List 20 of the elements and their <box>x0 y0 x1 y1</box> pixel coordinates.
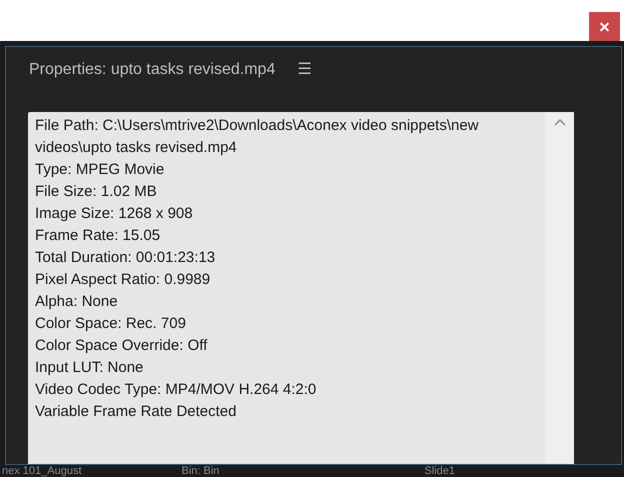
property-line: File Size: 1.02 MB <box>35 182 158 202</box>
property-line: File Path: C:\Users\mtrive2\Downloads\Aconex video snippets\new videos\upto tasks revised.mp4 <box>35 116 480 158</box>
property-line: Type: MPEG Movie <box>35 160 166 180</box>
panel-title: Properties: upto tasks revised.mp4 <box>29 60 276 80</box>
property-line: Video Codec Type: MP4/MOV H.264 4:2:0 <box>35 380 318 400</box>
menu-button[interactable]: ☰ <box>297 62 312 78</box>
background-tab-label[interactable]: nex 101_August <box>2 466 82 476</box>
background-tab-label[interactable]: Slide1 <box>424 466 456 476</box>
property-line: Image Size: 1268 x 908 <box>35 204 194 224</box>
property-line: Alpha: None <box>35 292 119 312</box>
property-line: Input LUT: None <box>35 358 144 378</box>
scroll-up-icon[interactable] <box>554 118 566 126</box>
property-line: Frame Rate: 15.05 <box>35 226 162 246</box>
property-line: Color Space: Rec. 709 <box>35 314 187 334</box>
property-line: Variable Frame Rate Detected <box>35 402 238 422</box>
property-line: Pixel Aspect Ratio: 0.9989 <box>35 270 212 290</box>
close-button[interactable]: × <box>589 12 620 41</box>
background-tab-label[interactable]: Bin: Bin <box>182 466 220 476</box>
property-line: Total Duration: 00:01:23:13 <box>35 248 216 268</box>
property-line: Color Space Override: Off <box>35 336 208 356</box>
